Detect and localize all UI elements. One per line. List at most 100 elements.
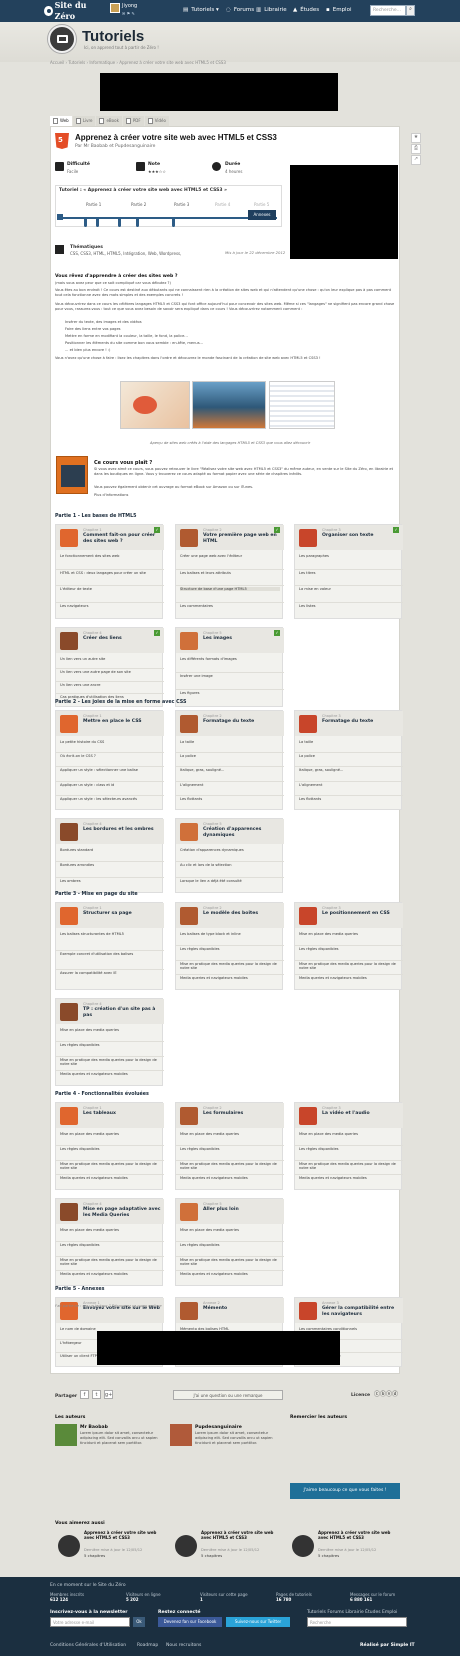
author-avatar[interactable] [170,1424,192,1446]
chapter-title[interactable]: Structurer sa page [83,911,161,917]
facebook-button[interactable]: Devenez fan sur Facebook [158,1617,222,1627]
timeline-part-3[interactable]: Partie 3 [174,202,189,207]
subchapter-link[interactable]: Appliquer un style : les sélecteurs avan… [60,797,160,801]
chapter-title[interactable]: Le positionnement en CSS [322,911,400,917]
chapter-card[interactable]: Chapitre 4 Les bordures et les ombres Bord… [55,818,164,893]
subchapter-link[interactable]: Un lien vers une ancre [60,683,160,687]
tab-livre[interactable]: Livre [72,116,96,126]
subchapter-link[interactable]: Appliquer un style : class et id [60,783,160,787]
subchapter-link[interactable]: Mise en pratique des media queries pour … [60,1162,160,1171]
subchapter-link[interactable]: Mise en pratique des media queries pour … [60,1258,160,1267]
chapter-card[interactable]: Chapitre 4 Mise en page adaptative avec l… [55,1198,164,1286]
tab-pdf[interactable]: PDF [122,116,144,126]
subchapter-link[interactable]: Les ombres [60,879,160,883]
nav-etudes[interactable]: ▲ Études [293,6,319,16]
chapter-title[interactable]: TP : création d'un site pas à pas [83,1007,161,1018]
twitter-share-button[interactable]: t [92,1390,101,1399]
like-more-link[interactable]: Plus d'informations [94,493,394,498]
subchapter-link[interactable]: Les balises et leurs attributs [180,571,280,575]
chapter-title[interactable]: Les bordures et les ombres [83,827,161,833]
licence-icons[interactable]: ⓒⓑⓝⓓ [374,1391,398,1399]
nav-forums[interactable]: ◌ Forums [226,6,254,16]
subchapter-link[interactable]: La police [299,754,399,758]
subchapter-link[interactable]: Où écrit-on le CSS ? [60,754,160,758]
chapter-card[interactable]: Chapitre 3 Le positionnement en CSS Mise e… [294,902,403,990]
subchapter-link[interactable]: Lorsque le lien a déjà été consulté [180,879,280,883]
user-box[interactable]: Jiyong ✉ ⚑ ✎ [110,3,160,19]
chapter-title[interactable]: La vidéo et l'audio [322,1111,400,1117]
chapter-title[interactable]: Comment fait-on pour créer des sites web… [83,533,161,544]
subchapter-link[interactable]: Media queries et navigateurs mobiles [60,1272,160,1276]
part-title[interactable]: Partie 4 - Fonctionnalités évoluées [55,1092,149,1098]
subchapter-link[interactable]: Media queries et navigateurs mobiles [299,976,399,980]
chapter-card[interactable]: Chapitre 2 Formatage du texte La taille La … [175,710,284,810]
part-title[interactable]: Partie 5 - Annexes [55,1287,105,1293]
facebook-share-button[interactable]: f [80,1390,89,1399]
avatar[interactable] [110,3,120,13]
site-logo[interactable]: Site du Zéro [44,0,102,21]
google-share-button[interactable]: g+ [104,1390,113,1399]
chapter-card[interactable]: Chapitre 2 Votre première page web en HTM… [175,524,284,619]
subchapter-link[interactable]: Les règles disponibles [180,1147,280,1151]
subchapter-link[interactable]: Les règles disponibles [180,1243,280,1247]
chapter-title[interactable]: Création d'apparences dynamiques [203,827,281,838]
chapter-card[interactable]: Chapitre 5 Les images ✓ Les différents form… [175,627,284,707]
subchapter-link[interactable]: Media queries et navigateurs mobiles [180,976,280,980]
chapter-card[interactable]: Chapitre 5 Aller plus loin Mise en place d… [175,1198,284,1286]
subchapter-link[interactable]: Mise en pratique des media queries pour … [180,962,280,971]
chapter-title[interactable]: Créer des liens [83,636,161,642]
preview-image[interactable] [269,381,335,429]
subchapter-link[interactable]: La petite histoire du CSS [60,740,160,744]
subchapter-link[interactable]: Mise en place des media queries [180,1132,280,1136]
footer-recruit[interactable]: Nous recruitons [166,1643,201,1649]
preview-image[interactable] [120,381,190,429]
newsletter-email-input[interactable]: Votre adresse e-mail [50,1617,130,1627]
subchapter-link[interactable]: Les listes [299,604,399,608]
bookmark-icon[interactable]: ★ [411,133,421,143]
subchapter-link[interactable]: La taille [299,740,399,744]
ad-banner-bottom[interactable] [97,1331,340,1365]
subchapter-link[interactable]: L'alignement [299,783,399,787]
chapter-card[interactable]: Chapitre 5 Création d'apparences dynamiqu… [175,818,284,893]
subchapter-link[interactable]: Les navigateurs [60,604,160,608]
subchapter-link[interactable]: Mise en place des media queries [60,1028,160,1032]
subchapter-link[interactable]: Les flottants [299,797,399,801]
user-icons[interactable]: ✉ ⚑ ✎ [122,11,135,16]
subchapter-link[interactable]: Media queries et navigateurs mobiles [299,1176,399,1180]
chapter-title[interactable]: Formatage du texte [203,719,281,725]
subchapter-link[interactable]: Italique, gras, souligné... [299,768,399,772]
tab-web[interactable]: Web [50,116,72,126]
subchapter-link[interactable]: Les balises de type block et inline [180,932,280,936]
chapter-card[interactable]: Chapitre 2 Les formulaires Mise en place d… [175,1102,284,1190]
subchapter-link[interactable]: Appliquer un style : sélectionner une ba… [60,768,160,772]
nav-emploi[interactable]: ▪ Emploi [326,6,351,16]
subchapter-link[interactable]: La police [180,754,280,758]
footer-roadmap[interactable]: Roadmap [137,1643,158,1649]
subchapter-link[interactable]: Mise en place des media queries [60,1132,160,1136]
chapter-card[interactable]: Chapitre 1 Comment fait-on pour créer des… [55,524,164,619]
chapter-card[interactable]: Chapitre 1 Les tableaux Mise en place des … [55,1102,164,1190]
subchapter-link[interactable]: Media queries et navigateurs mobiles [60,1072,160,1076]
chapter-card[interactable]: Chapitre 4 Créer des liens ✓ Un lien vers u… [55,627,164,707]
print-icon[interactable]: ⎙ [411,144,421,154]
subchapter-link[interactable]: Mise en place des media queries [60,1228,160,1232]
search-button[interactable]: ⌕ [406,5,415,16]
book-cover-image[interactable] [56,456,88,494]
subchapter-link[interactable]: L'éditeur de texte [60,587,160,591]
footer-links[interactable]: Tutoriels Forums Librairie Études Emploi [307,1610,397,1616]
timeline-part-2[interactable]: Partie 2 [131,202,146,207]
home-icon[interactable] [57,214,63,220]
chapter-card[interactable]: Chapitre 4 TP : création d'un site pas à … [55,998,164,1086]
footer-search-input[interactable]: Recherche [307,1617,407,1627]
chapter-title[interactable]: Aller plus loin [203,1207,281,1213]
course-video[interactable] [290,165,398,259]
nav-librairie[interactable]: ▥ Librairie [256,6,287,16]
author-avatar[interactable] [55,1424,77,1446]
subchapter-link[interactable]: Créer une page web avec l'éditeur [180,554,280,558]
themes-list[interactable]: CSS, CSS3, HTML, HTML5, Intégration, Web… [70,251,181,256]
subchapter-link[interactable]: Création d'apparences dynamiques [180,848,280,852]
part-title[interactable]: Partie 1 - Les bases de HTML5 [55,514,136,520]
chapter-title[interactable]: Les formulaires [203,1111,281,1117]
timeline-part-1[interactable]: Partie 1 [86,202,101,207]
subchapter-link[interactable]: Mise en place des media queries [180,1228,280,1232]
